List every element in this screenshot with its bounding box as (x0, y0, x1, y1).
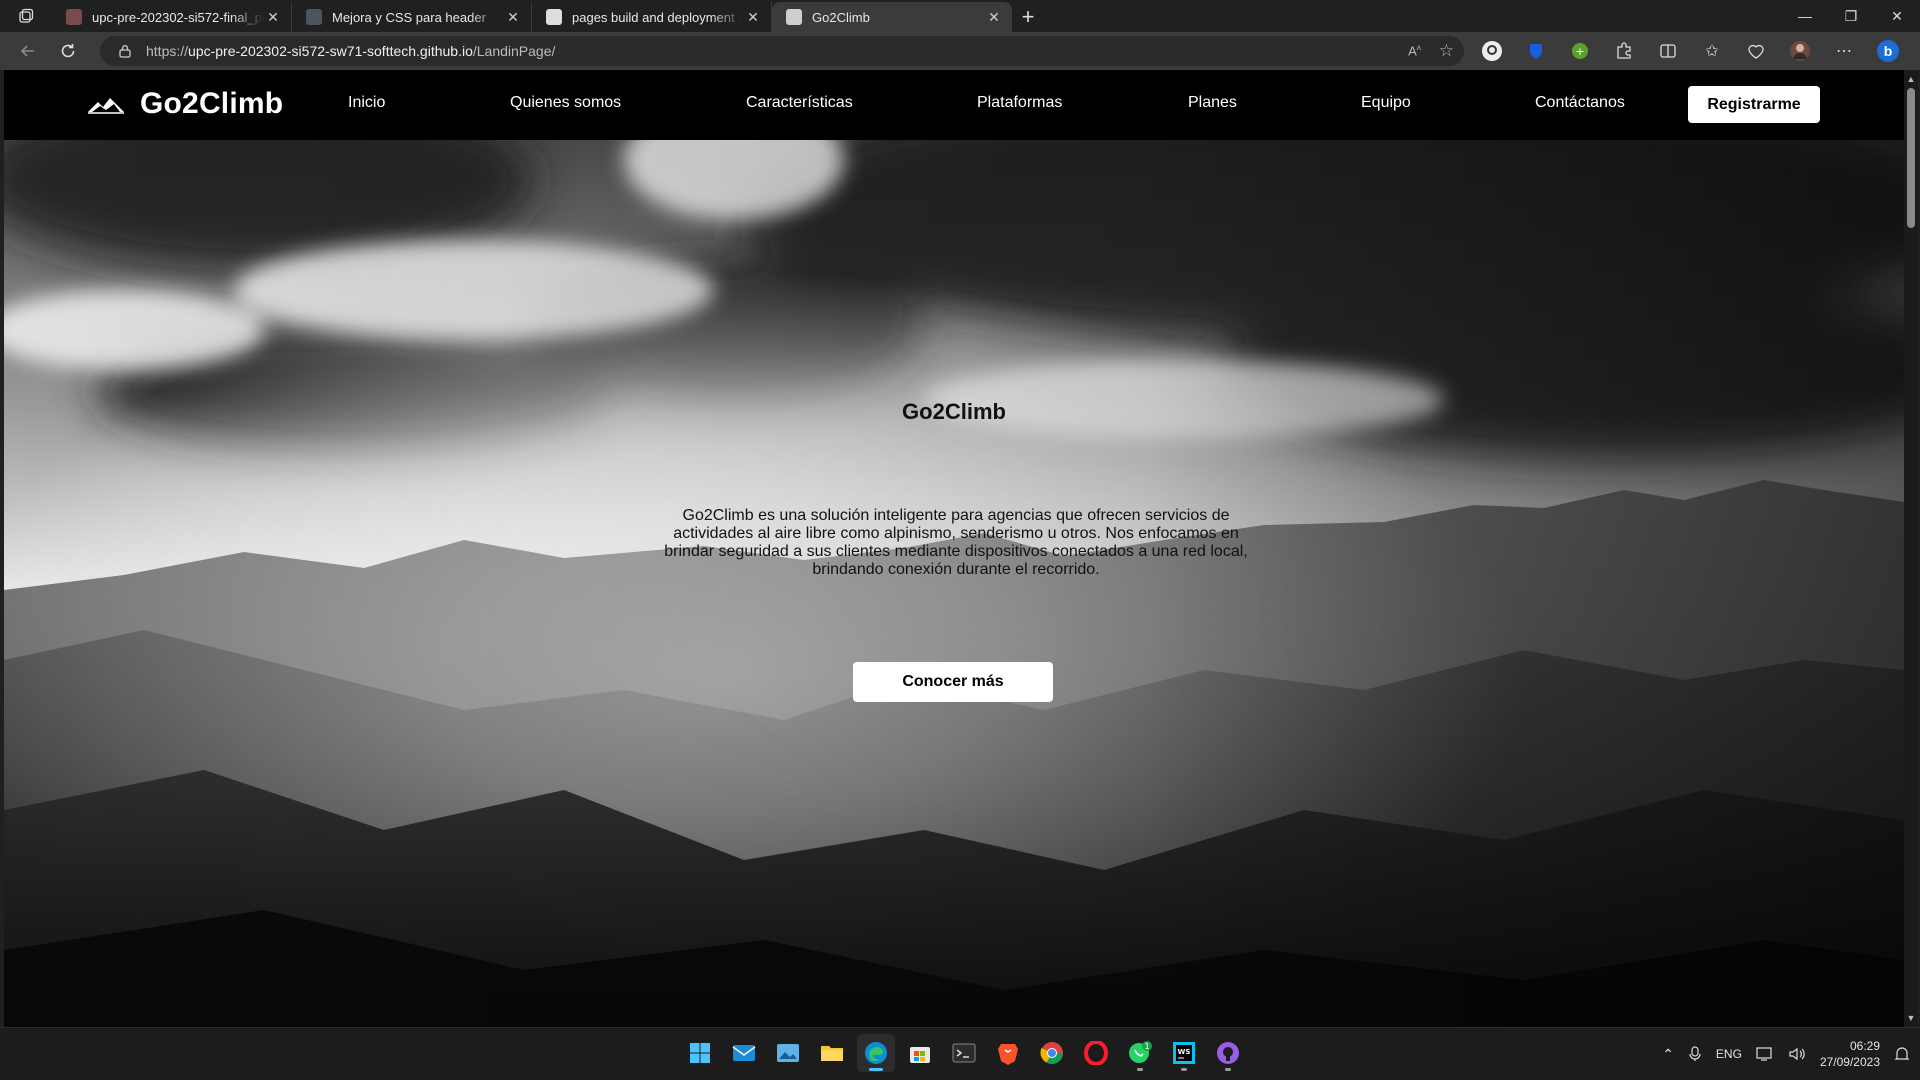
edge-icon[interactable] (857, 1034, 895, 1072)
clock-date: 27/09/2023 (1819, 1055, 1880, 1069)
refresh-button[interactable] (48, 35, 88, 67)
clock-time: 06:29 (1849, 1039, 1880, 1053)
favorites-icon[interactable]: ✩ (1690, 32, 1734, 70)
tab-favicon-icon (786, 9, 802, 25)
browser-essentials-icon[interactable] (1734, 32, 1778, 70)
github-desktop-icon[interactable] (1209, 1034, 1247, 1072)
learn-more-button[interactable]: Conocer más (853, 662, 1053, 702)
minimize-button[interactable]: — (1782, 0, 1828, 32)
windows-taskbar: 1 WS ⌃ ENG 06:29 27/09/2023 (0, 1027, 1920, 1079)
tab-favicon-icon (546, 9, 562, 25)
opera-icon[interactable] (1077, 1034, 1115, 1072)
url-text: https://upc-pre-202302-si572-sw71-softte… (146, 43, 556, 59)
taskbar-clock[interactable]: 06:29 27/09/2023 (1820, 1038, 1880, 1070)
tab-close-icon[interactable]: ✕ (745, 9, 761, 26)
nav-planes[interactable]: Planes (1188, 94, 1237, 112)
language-indicator[interactable]: ENG (1716, 1047, 1742, 1061)
brand-name: Go2Climb (140, 87, 284, 120)
site-header: Go2Climb Inicio Quienes somos Caracterís… (4, 70, 1904, 140)
system-tray: ⌃ ENG 06:29 27/09/2023 (1662, 1028, 1910, 1080)
terminal-icon[interactable] (945, 1034, 983, 1072)
tab-title: Go2Climb (812, 9, 870, 25)
svg-text:b: b (1884, 43, 1893, 59)
mail-icon[interactable] (725, 1034, 763, 1072)
extensions-puzzle-icon[interactable] (1602, 32, 1646, 70)
windows-start-icon[interactable] (681, 1034, 719, 1072)
scroll-down-arrow-icon[interactable]: ▼ (1904, 1011, 1918, 1025)
browser-tab[interactable]: Mejora y CSS para header ✕ (292, 2, 532, 32)
new-tab-button[interactable]: + (1012, 2, 1044, 32)
register-button[interactable]: Registrarme (1688, 86, 1820, 123)
webstorm-icon[interactable]: WS (1165, 1034, 1203, 1072)
copilot-icon[interactable]: b (1866, 32, 1910, 70)
tab-title: pages build and deployment · up (572, 9, 745, 25)
browser-tab[interactable]: upc-pre-202302-si572-final_proj ✕ (52, 2, 292, 32)
scroll-up-arrow-icon[interactable]: ▲ (1904, 72, 1918, 86)
brave-icon[interactable] (989, 1034, 1027, 1072)
microsoft-store-icon[interactable] (901, 1034, 939, 1072)
bitwarden-icon[interactable] (1514, 32, 1558, 70)
whatsapp-icon[interactable]: 1 (1121, 1034, 1159, 1072)
whatsapp-badge: 1 (1144, 1042, 1149, 1051)
extension-icon[interactable] (1470, 32, 1514, 70)
tab-title: upc-pre-202302-si572-final_proj (92, 9, 265, 25)
back-button[interactable] (8, 35, 48, 67)
browser-toolbar: https://upc-pre-202302-si572-sw71-softte… (0, 32, 1920, 70)
tab-actions-icon[interactable] (0, 0, 52, 32)
tab-favicon-icon (66, 9, 82, 25)
mountain-logo-icon (88, 98, 124, 114)
close-window-button[interactable]: ✕ (1874, 0, 1920, 32)
svg-text:WS: WS (1178, 1048, 1191, 1056)
svg-text:+: + (1575, 45, 1584, 58)
more-options-icon[interactable]: ⋯ (1822, 32, 1866, 70)
read-aloud-icon[interactable]: Aʌ (1408, 43, 1421, 58)
chrome-icon[interactable] (1033, 1034, 1071, 1072)
volume-icon[interactable] (1788, 1046, 1806, 1062)
address-bar[interactable]: https://upc-pre-202302-si572-sw71-softte… (100, 36, 1464, 66)
split-screen-icon[interactable] (1646, 32, 1690, 70)
grammar-extension-icon[interactable]: + (1558, 32, 1602, 70)
nav-caracteristicas[interactable]: Características (746, 94, 853, 112)
show-hidden-icons-chevron-icon[interactable]: ⌃ (1662, 1046, 1674, 1063)
nav-contactanos[interactable]: Contáctanos (1535, 94, 1625, 112)
browser-tab[interactable]: pages build and deployment · up ✕ (532, 2, 772, 32)
profile-avatar[interactable] (1778, 32, 1822, 70)
tab-close-icon[interactable]: ✕ (986, 9, 1002, 26)
lock-icon (119, 45, 131, 58)
hero-title: Go2Climb (902, 399, 1006, 424)
photos-icon[interactable] (769, 1034, 807, 1072)
tab-title: Mejora y CSS para header (332, 9, 486, 25)
nav-plataformas[interactable]: Plataformas (977, 94, 1062, 112)
page-scrollbar[interactable]: ▲ ▼ (1904, 70, 1918, 1027)
page-viewport: Go2Climb Inicio Quienes somos Caracterís… (4, 70, 1904, 1027)
nav-quienes-somos[interactable]: Quienes somos (510, 94, 621, 112)
browser-tab[interactable]: Go2Climb ✕ (772, 2, 1012, 32)
tab-close-icon[interactable]: ✕ (265, 9, 281, 26)
microphone-icon[interactable] (1688, 1046, 1702, 1062)
site-logo[interactable]: Go2Climb (88, 87, 283, 121)
file-explorer-icon[interactable] (813, 1034, 851, 1072)
tab-favicon-icon (306, 9, 322, 25)
nav-equipo[interactable]: Equipo (1361, 94, 1411, 112)
browser-tabbar: upc-pre-202302-si572-final_proj ✕ Mejora y… (0, 0, 1920, 32)
hero-description: Go2Climb es una solución inteligente par… (664, 507, 1248, 578)
scrollbar-thumb[interactable] (1907, 88, 1915, 228)
nav-inicio[interactable]: Inicio (348, 94, 385, 112)
restore-button[interactable]: ❐ (1828, 0, 1874, 32)
tab-close-icon[interactable]: ✕ (505, 9, 521, 26)
notifications-icon[interactable] (1894, 1046, 1910, 1062)
network-icon[interactable] (1756, 1046, 1774, 1062)
favorite-star-icon[interactable]: ☆ (1439, 41, 1454, 61)
